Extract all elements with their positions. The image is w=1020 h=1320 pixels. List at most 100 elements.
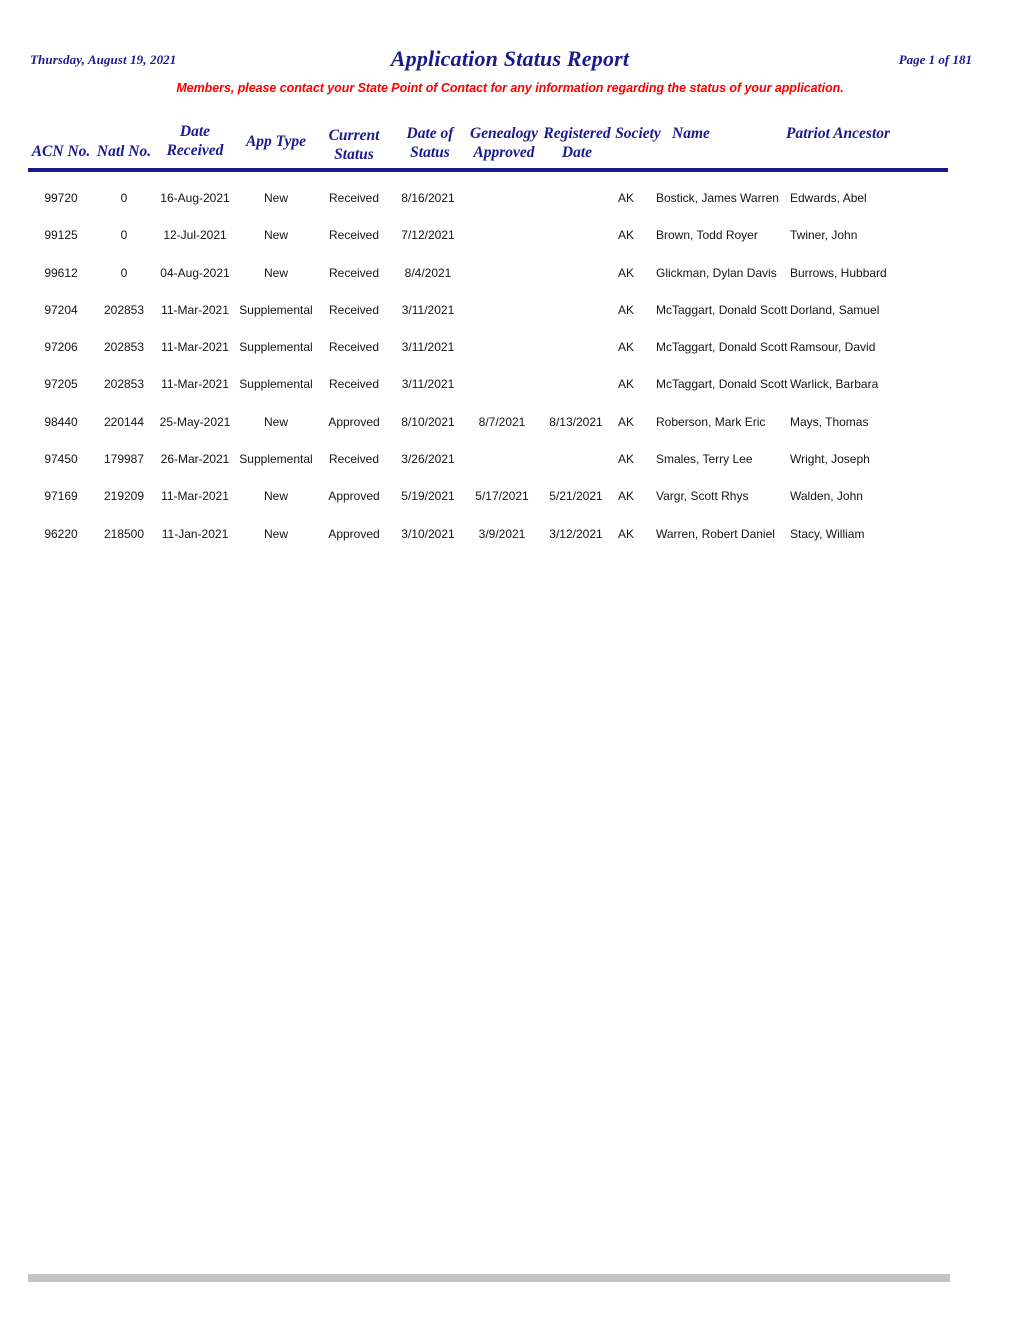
cell-patriot-ancestor: Edwards, Abel — [790, 191, 867, 205]
cell-date-of-status: 8/16/2021 — [401, 191, 455, 205]
cell-date-received: 12-Jul-2021 — [163, 228, 227, 243]
cell-name: Vargr, Scott Rhys — [656, 489, 749, 504]
cell-society: AK — [618, 340, 635, 355]
column-header-date-of-status: Date of Status — [406, 125, 454, 161]
cell-date-of-status: 8/10/2021 — [401, 414, 455, 429]
report-page: Thursday, August 19, 2021 Application St… — [0, 0, 1020, 1320]
cell-app-type: Supplemental — [239, 377, 313, 392]
cell-society: AK — [618, 414, 635, 429]
cell-acn-no: 97450 — [44, 452, 78, 467]
cell-name: Glickman, Dylan Davis — [656, 265, 777, 280]
cell-date-of-status: 7/12/2021 — [401, 228, 455, 243]
cell-date-received: 11-Mar-2021 — [161, 377, 229, 392]
cell-natl-no: 220144 — [103, 414, 145, 429]
cell-natl-no: 219209 — [103, 489, 145, 504]
cell-acn-no: 97169 — [44, 489, 78, 504]
cell-patriot-ancestor: Burrows, Hubbard — [790, 265, 887, 280]
cell-society: AK — [618, 526, 635, 541]
column-header-patriot-ancestor: Patriot Ancestor — [786, 125, 891, 142]
cell-natl-no: 202853 — [103, 302, 145, 317]
cell-app-type: New — [263, 489, 288, 504]
cell-date-received: 11-Mar-2021 — [161, 340, 229, 355]
cell-name: Roberson, Mark Eric — [656, 414, 766, 429]
cell-patriot-ancestor: Wright, Joseph — [790, 452, 870, 467]
cell-date-received: 16-Aug-2021 — [160, 191, 230, 205]
cell-acn-no: 97205 — [44, 377, 78, 392]
cell-current-status: Received — [328, 340, 380, 355]
cell-app-type: New — [263, 414, 288, 429]
table-row: 97450 179987 26-Mar-2021 Supplemental Receiv… — [0, 451, 1020, 488]
cell-natl-no: 218500 — [103, 526, 145, 541]
cell-registered-date: 8/13/2021 — [549, 414, 603, 429]
table-row: 98440 220144 25-May-2021 New Approved 8/10/20… — [0, 414, 1020, 451]
cell-society: AK — [618, 265, 635, 280]
cell-date-of-status: 8/4/2021 — [404, 265, 452, 280]
cell-date-received: 11-Mar-2021 — [161, 302, 229, 317]
column-header-name: Name — [672, 125, 710, 142]
cell-date-of-status: 3/11/2021 — [401, 302, 455, 317]
cell-registered-date: 3/12/2021 — [549, 526, 603, 541]
cell-acn-no: 99720 — [44, 191, 78, 205]
cell-natl-no: 0 — [120, 265, 128, 280]
column-header-acn-no: ACN No. — [31, 143, 91, 160]
cell-natl-no: 0 — [120, 191, 128, 205]
table-row: 96220 218500 11-Jan-2021 New Approved 3/10/20… — [0, 526, 1020, 563]
cell-date-of-status: 3/11/2021 — [401, 340, 455, 355]
cell-date-of-status: 3/10/2021 — [401, 526, 455, 541]
cell-app-type: Supplemental — [239, 340, 313, 355]
cell-genealogy-approved: 8/7/2021 — [478, 414, 526, 429]
column-header-current-status: Current Status — [328, 127, 380, 163]
cell-current-status: Approved — [328, 526, 380, 541]
cell-genealogy-approved: 5/17/2021 — [475, 489, 529, 504]
cell-current-status: Received — [328, 452, 380, 467]
cell-current-status: Received — [328, 265, 380, 280]
cell-patriot-ancestor: Mays, Thomas — [790, 414, 869, 429]
cell-current-status: Received — [328, 191, 380, 205]
cell-date-of-status: 3/26/2021 — [401, 452, 455, 467]
page-title: Application Status Report — [390, 46, 630, 71]
cell-date-received: 25-May-2021 — [159, 414, 231, 429]
cell-name: McTaggart, Donald Scott — [656, 340, 788, 355]
cell-acn-no: 99612 — [44, 265, 78, 280]
report-header: Thursday, August 19, 2021 Application St… — [0, 46, 1020, 106]
cell-current-status: Approved — [328, 414, 380, 429]
cell-app-type: Supplemental — [239, 302, 313, 317]
cell-date-of-status: 5/19/2021 — [401, 489, 455, 504]
cell-patriot-ancestor: Ramsour, David — [790, 340, 876, 355]
cell-acn-no: 97206 — [44, 340, 78, 355]
cell-date-received: 11-Jan-2021 — [161, 526, 229, 541]
column-header-date-received: Date Received — [166, 123, 224, 159]
cell-current-status: Approved — [328, 489, 380, 504]
column-header-natl-no: Natl No. — [96, 143, 152, 160]
cell-registered-date: 5/21/2021 — [549, 489, 603, 504]
cell-app-type: New — [263, 228, 288, 243]
cell-current-status: Received — [328, 377, 380, 392]
cell-name: McTaggart, Donald Scott — [656, 302, 788, 317]
cell-current-status: Received — [328, 302, 380, 317]
cell-date-received: 04-Aug-2021 — [160, 265, 230, 280]
header-rule — [28, 168, 948, 172]
table-column-headers: ACN No. Natl No. Date Received App Type … — [0, 112, 1020, 170]
cell-society: AK — [618, 228, 635, 243]
table-row: 99720 0 16-Aug-2021 New Received 8/16/2021 AK B… — [0, 190, 1020, 227]
cell-society: AK — [618, 452, 635, 467]
table-row: 99125 0 12-Jul-2021 New Received 7/12/2021 AK B… — [0, 227, 1020, 264]
cell-patriot-ancestor: Stacy, William — [790, 526, 865, 541]
column-header-society: Society — [615, 125, 661, 142]
cell-patriot-ancestor: Warlick, Barbara — [790, 377, 879, 392]
column-header-genealogy-approved: Genealogy Approved — [469, 125, 538, 161]
table-row: 99612 0 04-Aug-2021 New Received 8/4/2021 AK Gl… — [0, 265, 1020, 302]
cell-name: McTaggart, Donald Scott — [656, 377, 788, 392]
cell-society: AK — [618, 377, 635, 392]
cell-natl-no: 202853 — [103, 377, 145, 392]
cell-acn-no: 99125 — [44, 228, 78, 243]
table-row: 97204 202853 11-Mar-2021 Supplemental Receiv… — [0, 302, 1020, 339]
cell-date-received: 11-Mar-2021 — [161, 489, 229, 504]
cell-date-received: 26-Mar-2021 — [160, 452, 230, 467]
page-indicator: Page 1 of 181 — [898, 52, 972, 67]
cell-natl-no: 179987 — [103, 452, 145, 467]
cell-society: AK — [618, 489, 635, 504]
cell-name: Brown, Todd Royer — [656, 228, 758, 243]
column-header-app-type: App Type — [245, 133, 307, 150]
table-row: 97205 202853 11-Mar-2021 Supplemental Receiv… — [0, 376, 1020, 413]
